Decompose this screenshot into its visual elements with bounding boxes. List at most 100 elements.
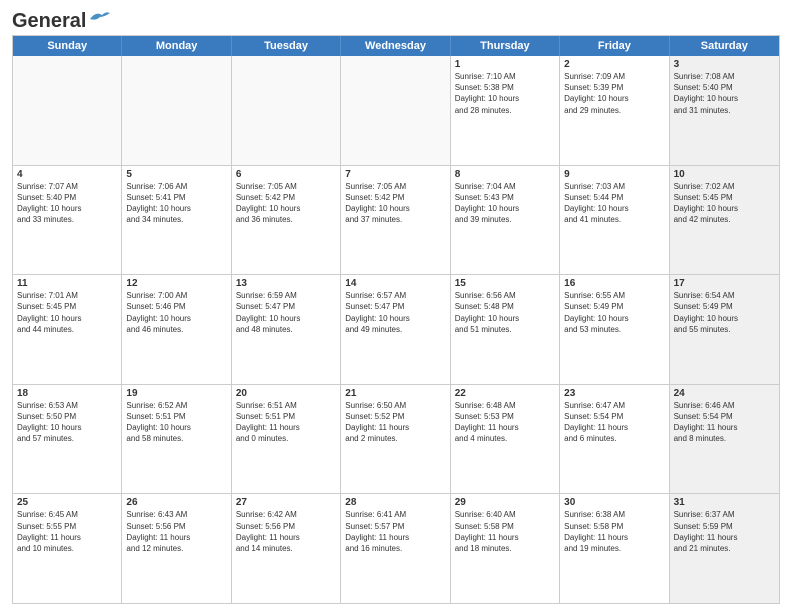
weekday-header: Sunday [13,36,122,56]
day-number: 26 [126,497,226,508]
day-number: 2 [564,59,664,70]
day-number: 21 [345,388,445,399]
day-number: 19 [126,388,226,399]
calendar-cell [341,56,450,165]
day-info: Sunrise: 7:00 AM Sunset: 5:46 PM Dayligh… [126,290,226,335]
calendar-body: 1Sunrise: 7:10 AM Sunset: 5:38 PM Daylig… [13,56,779,603]
day-number: 17 [674,278,775,289]
day-number: 10 [674,169,775,180]
day-number: 25 [17,497,117,508]
calendar-cell: 7Sunrise: 7:05 AM Sunset: 5:42 PM Daylig… [341,166,450,275]
day-number: 6 [236,169,336,180]
day-number: 7 [345,169,445,180]
calendar-cell: 6Sunrise: 7:05 AM Sunset: 5:42 PM Daylig… [232,166,341,275]
day-info: Sunrise: 7:05 AM Sunset: 5:42 PM Dayligh… [236,181,336,226]
calendar-cell: 21Sunrise: 6:50 AM Sunset: 5:52 PM Dayli… [341,385,450,494]
day-info: Sunrise: 6:41 AM Sunset: 5:57 PM Dayligh… [345,509,445,554]
day-info: Sunrise: 7:03 AM Sunset: 5:44 PM Dayligh… [564,181,664,226]
day-info: Sunrise: 6:45 AM Sunset: 5:55 PM Dayligh… [17,509,117,554]
day-info: Sunrise: 7:01 AM Sunset: 5:45 PM Dayligh… [17,290,117,335]
day-number: 28 [345,497,445,508]
day-info: Sunrise: 6:42 AM Sunset: 5:56 PM Dayligh… [236,509,336,554]
day-info: Sunrise: 6:55 AM Sunset: 5:49 PM Dayligh… [564,290,664,335]
day-info: Sunrise: 6:53 AM Sunset: 5:50 PM Dayligh… [17,400,117,445]
day-info: Sunrise: 6:47 AM Sunset: 5:54 PM Dayligh… [564,400,664,445]
calendar-row: 25Sunrise: 6:45 AM Sunset: 5:55 PM Dayli… [13,493,779,603]
day-info: Sunrise: 6:57 AM Sunset: 5:47 PM Dayligh… [345,290,445,335]
calendar-cell [232,56,341,165]
calendar-cell: 16Sunrise: 6:55 AM Sunset: 5:49 PM Dayli… [560,275,669,384]
calendar-cell: 30Sunrise: 6:38 AM Sunset: 5:58 PM Dayli… [560,494,669,603]
calendar-cell: 19Sunrise: 6:52 AM Sunset: 5:51 PM Dayli… [122,385,231,494]
day-number: 30 [564,497,664,508]
day-info: Sunrise: 6:52 AM Sunset: 5:51 PM Dayligh… [126,400,226,445]
calendar-cell: 26Sunrise: 6:43 AM Sunset: 5:56 PM Dayli… [122,494,231,603]
day-info: Sunrise: 6:51 AM Sunset: 5:51 PM Dayligh… [236,400,336,445]
day-number: 29 [455,497,555,508]
day-info: Sunrise: 7:08 AM Sunset: 5:40 PM Dayligh… [674,71,775,116]
calendar-cell: 12Sunrise: 7:00 AM Sunset: 5:46 PM Dayli… [122,275,231,384]
calendar-cell: 13Sunrise: 6:59 AM Sunset: 5:47 PM Dayli… [232,275,341,384]
day-info: Sunrise: 6:50 AM Sunset: 5:52 PM Dayligh… [345,400,445,445]
day-number: 13 [236,278,336,289]
calendar-cell [122,56,231,165]
day-number: 27 [236,497,336,508]
day-info: Sunrise: 6:48 AM Sunset: 5:53 PM Dayligh… [455,400,555,445]
day-info: Sunrise: 6:43 AM Sunset: 5:56 PM Dayligh… [126,509,226,554]
calendar-cell: 8Sunrise: 7:04 AM Sunset: 5:43 PM Daylig… [451,166,560,275]
calendar-cell: 22Sunrise: 6:48 AM Sunset: 5:53 PM Dayli… [451,385,560,494]
day-number: 8 [455,169,555,180]
day-number: 3 [674,59,775,70]
calendar-cell: 5Sunrise: 7:06 AM Sunset: 5:41 PM Daylig… [122,166,231,275]
day-number: 14 [345,278,445,289]
page-header: General [12,10,780,29]
calendar-header: SundayMondayTuesdayWednesdayThursdayFrid… [13,36,779,56]
calendar-cell: 11Sunrise: 7:01 AM Sunset: 5:45 PM Dayli… [13,275,122,384]
day-info: Sunrise: 6:37 AM Sunset: 5:59 PM Dayligh… [674,509,775,554]
day-info: Sunrise: 6:46 AM Sunset: 5:54 PM Dayligh… [674,400,775,445]
day-info: Sunrise: 7:05 AM Sunset: 5:42 PM Dayligh… [345,181,445,226]
calendar-cell: 3Sunrise: 7:08 AM Sunset: 5:40 PM Daylig… [670,56,779,165]
day-info: Sunrise: 7:09 AM Sunset: 5:39 PM Dayligh… [564,71,664,116]
calendar-row: 11Sunrise: 7:01 AM Sunset: 5:45 PM Dayli… [13,274,779,384]
logo-general: General [12,10,86,33]
day-number: 20 [236,388,336,399]
day-number: 22 [455,388,555,399]
day-number: 24 [674,388,775,399]
day-number: 1 [455,59,555,70]
calendar: SundayMondayTuesdayWednesdayThursdayFrid… [12,35,780,604]
calendar-cell: 28Sunrise: 6:41 AM Sunset: 5:57 PM Dayli… [341,494,450,603]
day-info: Sunrise: 7:06 AM Sunset: 5:41 PM Dayligh… [126,181,226,226]
weekday-header: Thursday [451,36,560,56]
day-number: 5 [126,169,226,180]
calendar-cell [13,56,122,165]
day-number: 9 [564,169,664,180]
calendar-cell: 4Sunrise: 7:07 AM Sunset: 5:40 PM Daylig… [13,166,122,275]
day-number: 18 [17,388,117,399]
day-info: Sunrise: 7:10 AM Sunset: 5:38 PM Dayligh… [455,71,555,116]
day-info: Sunrise: 6:59 AM Sunset: 5:47 PM Dayligh… [236,290,336,335]
weekday-header: Monday [122,36,231,56]
day-info: Sunrise: 6:40 AM Sunset: 5:58 PM Dayligh… [455,509,555,554]
day-number: 15 [455,278,555,289]
day-info: Sunrise: 6:54 AM Sunset: 5:49 PM Dayligh… [674,290,775,335]
day-info: Sunrise: 7:02 AM Sunset: 5:45 PM Dayligh… [674,181,775,226]
calendar-cell: 25Sunrise: 6:45 AM Sunset: 5:55 PM Dayli… [13,494,122,603]
calendar-cell: 2Sunrise: 7:09 AM Sunset: 5:39 PM Daylig… [560,56,669,165]
calendar-cell: 17Sunrise: 6:54 AM Sunset: 5:49 PM Dayli… [670,275,779,384]
calendar-cell: 23Sunrise: 6:47 AM Sunset: 5:54 PM Dayli… [560,385,669,494]
calendar-cell: 20Sunrise: 6:51 AM Sunset: 5:51 PM Dayli… [232,385,341,494]
day-number: 31 [674,497,775,508]
weekday-header: Wednesday [341,36,450,56]
day-info: Sunrise: 6:56 AM Sunset: 5:48 PM Dayligh… [455,290,555,335]
calendar-cell: 29Sunrise: 6:40 AM Sunset: 5:58 PM Dayli… [451,494,560,603]
day-number: 16 [564,278,664,289]
day-number: 12 [126,278,226,289]
logo-bird-icon [88,9,110,27]
weekday-header: Saturday [670,36,779,56]
calendar-cell: 24Sunrise: 6:46 AM Sunset: 5:54 PM Dayli… [670,385,779,494]
calendar-cell: 31Sunrise: 6:37 AM Sunset: 5:59 PM Dayli… [670,494,779,603]
calendar-row: 4Sunrise: 7:07 AM Sunset: 5:40 PM Daylig… [13,165,779,275]
weekday-header: Tuesday [232,36,341,56]
calendar-cell: 1Sunrise: 7:10 AM Sunset: 5:38 PM Daylig… [451,56,560,165]
